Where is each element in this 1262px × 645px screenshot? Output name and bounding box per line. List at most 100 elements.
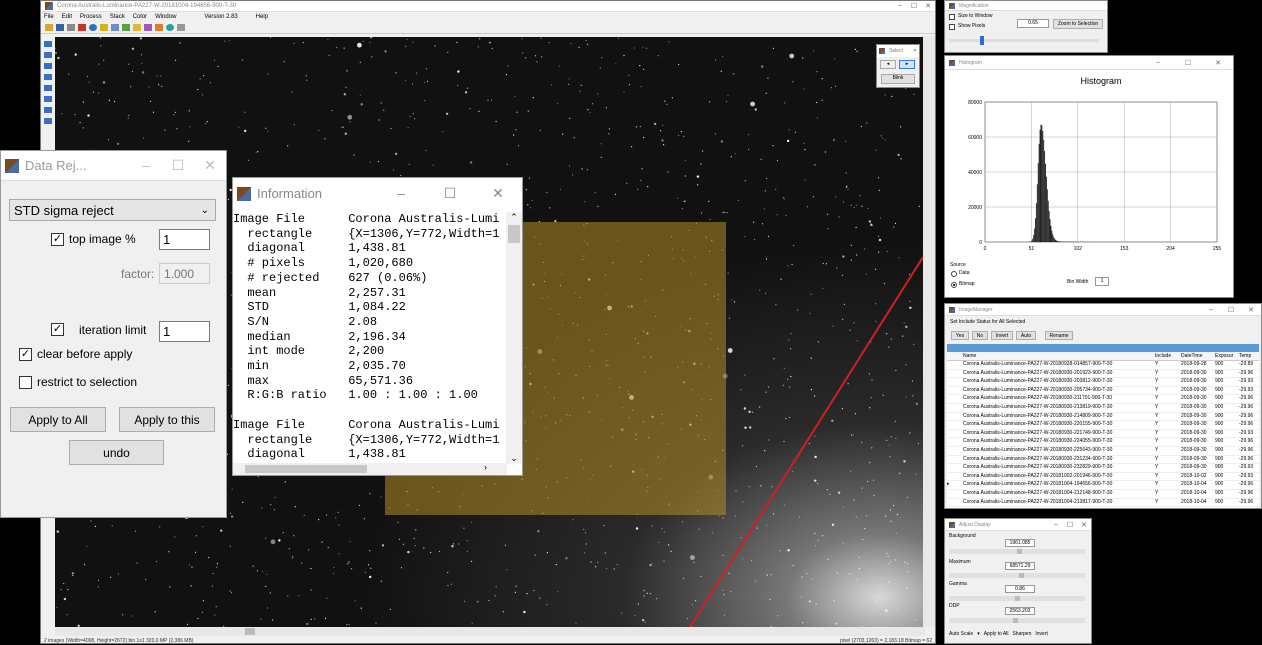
top-image-input[interactable]: 1 [159, 229, 210, 250]
measure-icon[interactable] [44, 107, 52, 113]
table-row[interactable]: Corona Australis-Luminance-PA227-W-20180… [947, 404, 1259, 413]
gamma-slider[interactable] [949, 596, 1085, 601]
info-maximize-icon[interactable]: ☐ [426, 185, 474, 202]
globe-icon[interactable] [89, 24, 97, 31]
background-slider[interactable] [949, 549, 1085, 554]
auto-scale-dropdown-icon[interactable]: ▾ [977, 631, 980, 637]
pencil-icon[interactable] [78, 24, 86, 31]
col-exposure[interactable]: Exposur [1215, 353, 1239, 360]
table-row[interactable]: Corona Australis-Luminance-PA227-W-20180… [947, 370, 1259, 379]
sharpen-button[interactable]: Sharpen [1012, 631, 1031, 637]
auto-button[interactable]: Auto [1016, 331, 1036, 340]
arrow-right-icon[interactable] [44, 41, 52, 47]
scroll-up-icon[interactable]: ⌃ [506, 212, 522, 223]
table-row[interactable]: Corona Australis-Luminance-PA227-W-20180… [947, 413, 1259, 422]
hist-minimize-icon[interactable]: – [1143, 59, 1173, 67]
background-input[interactable]: 1961.085 [1005, 539, 1035, 547]
apply-all-display-button[interactable]: Apply to All [984, 631, 1009, 637]
apply-to-all-button[interactable]: Apply to All [10, 407, 106, 432]
col-temp[interactable]: Temp [1239, 353, 1259, 360]
col-name[interactable]: Name [963, 353, 1155, 360]
menu-window[interactable]: Window [155, 14, 176, 20]
pointer-icon[interactable]: ◂ [880, 60, 896, 69]
im-close-icon[interactable]: ✕ [1241, 306, 1261, 314]
maximum-slider[interactable] [949, 573, 1085, 578]
maximum-input[interactable]: 68571.29 [1005, 562, 1035, 570]
zoom-icon[interactable] [44, 85, 52, 91]
table-row[interactable]: Corona Australis-Luminance-PA227-W-20181… [947, 490, 1259, 499]
info-vertical-scrollbar[interactable]: ⌃ ⌄ [506, 212, 522, 464]
scroll-right-icon[interactable]: › [484, 462, 487, 472]
table-row[interactable]: Corona Australis-Luminance-PA227-W-20180… [947, 456, 1259, 465]
open-icon[interactable] [45, 24, 53, 31]
table-row[interactable]: Corona Australis-Luminance-PA227-W-20180… [947, 395, 1259, 404]
save-icon[interactable] [56, 24, 64, 31]
source-data-radio[interactable] [951, 271, 957, 277]
star-icon[interactable] [100, 24, 108, 31]
chart-icon[interactable] [122, 24, 130, 31]
auto-scale-button[interactable]: Auto Scale [949, 631, 973, 637]
table-row[interactable]: Corona Australis-Luminance-PA227-W-20180… [947, 378, 1259, 387]
menu-file[interactable]: File [44, 14, 54, 20]
data-reject-minimize-icon[interactable]: – [130, 157, 162, 174]
close-icon[interactable]: ✕ [921, 2, 935, 10]
target-icon[interactable] [166, 24, 174, 31]
horizontal-scrollbar[interactable] [55, 627, 925, 636]
ad-minimize-icon[interactable]: – [1049, 521, 1063, 529]
rotate-icon[interactable] [44, 118, 52, 124]
bin-width-input[interactable]: 1 [1095, 277, 1109, 286]
iteration-input[interactable]: 1 [159, 321, 210, 342]
folder-icon[interactable] [133, 24, 141, 31]
copy-icon[interactable] [67, 24, 75, 31]
table-row[interactable]: Corona Australis-Luminance-PA227-W-20180… [947, 447, 1259, 456]
im-maximize-icon[interactable]: ☐ [1221, 306, 1241, 314]
reject-mode-select[interactable]: STD sigma reject ⌄ [9, 199, 216, 221]
table-row[interactable]: Corona Australis-Luminance-PA227-W-20180… [947, 430, 1259, 439]
table-row[interactable]: Corona Australis-Luminance-PA227-W-20180… [947, 421, 1259, 430]
vertical-scrollbar[interactable] [923, 37, 935, 627]
iteration-checkbox[interactable]: ✓ [51, 323, 64, 336]
menu-edit[interactable]: Edit [62, 14, 72, 20]
select-close-icon[interactable]: ✕ [913, 48, 919, 54]
im-minimize-icon[interactable]: – [1201, 306, 1221, 314]
rename-button[interactable]: Rename [1045, 331, 1073, 340]
undo-button[interactable]: undo [69, 440, 164, 465]
ddp-slider[interactable] [949, 618, 1085, 623]
zoom-to-selection-button[interactable]: Zoom to Selection [1053, 19, 1103, 29]
hist-close-icon[interactable]: ✕ [1203, 59, 1233, 67]
invert-display-button[interactable]: Invert [1035, 631, 1048, 637]
maximize-icon[interactable]: ☐ [907, 2, 921, 10]
arrow-down-icon[interactable] [44, 63, 52, 69]
apply-to-this-button[interactable]: Apply to this [119, 407, 215, 432]
grid-icon[interactable] [111, 24, 119, 31]
scroll-down-icon[interactable]: ⌄ [506, 453, 522, 464]
no-button[interactable]: No [972, 331, 988, 340]
ddp-input[interactable]: 2563.203 [1005, 607, 1035, 615]
table-row[interactable]: Corona Australis-Luminance-PA227-W-20180… [947, 438, 1259, 447]
hand-icon[interactable] [44, 96, 52, 102]
top-image-checkbox[interactable]: ✓ [51, 233, 64, 246]
arrow-left-icon[interactable] [44, 52, 52, 58]
invert-button[interactable]: Invert [991, 331, 1013, 340]
show-pixels-checkbox[interactable] [949, 24, 955, 30]
table-row[interactable]: Corona Australis-Luminance-PA227-W-20181… [947, 499, 1259, 508]
table-row[interactable]: ▸Corona Australis-Luminance-PA227-W-2018… [947, 481, 1259, 490]
table-row[interactable]: Corona Australis-Luminance-PA227-W-20180… [947, 361, 1259, 370]
info-minimize-icon[interactable]: – [376, 185, 426, 202]
menu-color[interactable]: Color [133, 14, 147, 20]
clear-before-apply-checkbox[interactable]: ✓ [19, 348, 32, 361]
menu-process[interactable]: Process [80, 14, 102, 20]
table-row[interactable]: Corona Australis-Luminance-PA227-W-20181… [947, 473, 1259, 482]
table-row[interactable]: Corona Australis-Luminance-PA227-W-20180… [947, 464, 1259, 473]
col-datetime[interactable]: DateTime [1181, 353, 1215, 360]
select-arrow-icon[interactable]: ▸ [899, 60, 915, 69]
magnification-input[interactable]: 0.65 [1017, 19, 1049, 28]
magnification-slider[interactable] [949, 39, 1099, 42]
lock-icon[interactable] [155, 24, 163, 31]
hist-maximize-icon[interactable]: ☐ [1173, 59, 1203, 67]
menu-help[interactable]: Help [256, 14, 268, 20]
blink-button[interactable]: Blink [881, 74, 915, 84]
data-reject-maximize-icon[interactable]: ☐ [162, 157, 194, 174]
size-to-window-checkbox[interactable] [949, 14, 955, 20]
yes-button[interactable]: Yes [951, 331, 969, 340]
